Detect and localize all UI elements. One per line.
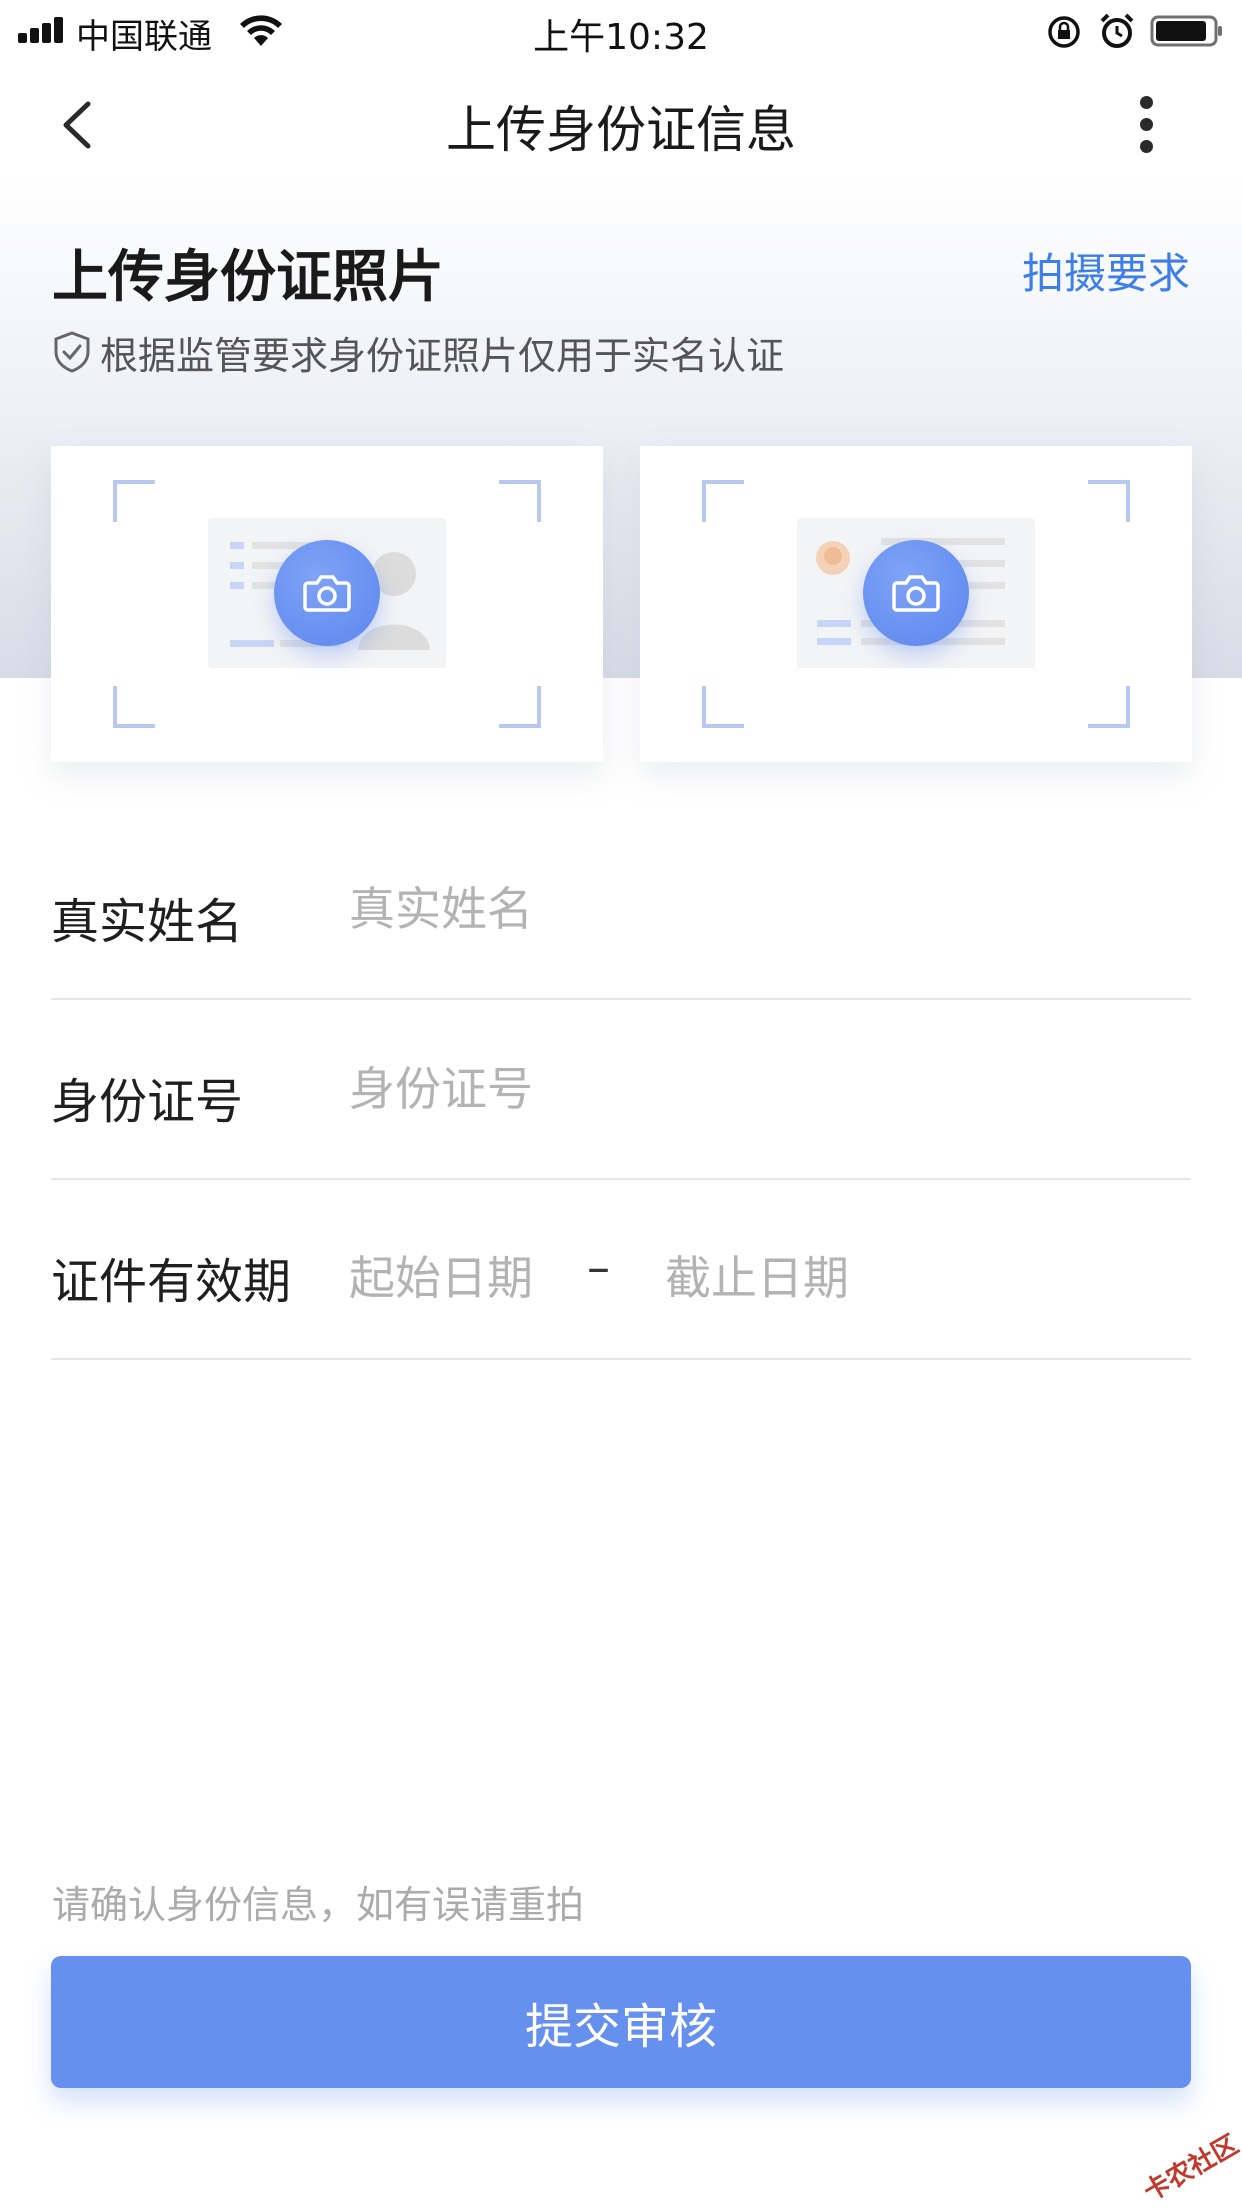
frame-corner	[113, 480, 155, 522]
id-card-front-upload[interactable]	[51, 446, 603, 762]
date-separator: –	[587, 1240, 610, 1294]
shield-check-icon	[54, 331, 90, 373]
status-bar: 中国联通 上午10:32	[0, 0, 1242, 62]
confirm-hint: 请确认身份信息，如有误请重拍	[52, 1883, 585, 1927]
privacy-notice: 根据监管要求身份证照片仅用于实名认证	[52, 326, 784, 378]
camera-icon	[303, 575, 351, 612]
end-date-field[interactable]: 截止日期	[665, 1242, 849, 1308]
id-card-back-upload[interactable]	[640, 446, 1192, 762]
battery-icon	[1150, 15, 1222, 47]
camera-button[interactable]	[863, 540, 969, 646]
page-title: 上传身份证信息	[446, 101, 796, 159]
submit-button[interactable]: 提交审核	[51, 1956, 1191, 2088]
frame-corner	[702, 686, 744, 728]
frame-corner	[1088, 686, 1130, 728]
form-row-id-number: 身份证号	[51, 1000, 1191, 1180]
rotation-lock-icon	[1048, 16, 1080, 48]
camera-button[interactable]	[274, 540, 380, 646]
frame-corner	[499, 480, 541, 522]
upload-section-title: 上传身份证照片	[52, 245, 444, 310]
alarm-icon	[1100, 13, 1134, 48]
start-date-field[interactable]: 起始日期	[349, 1242, 533, 1308]
frame-corner	[499, 686, 541, 728]
frame-corner	[113, 686, 155, 728]
frame-corner	[1088, 480, 1130, 522]
frame-corner	[702, 480, 744, 522]
id-number-input[interactable]	[349, 1056, 1169, 1122]
upload-id-page: 中国联通 上午10:32 上传身份证信息 上传身份证照片 拍摄要求 根据监管要求…	[0, 0, 1242, 2208]
photo-requirements-link[interactable]: 拍摄要求	[1022, 240, 1190, 301]
watermark: 卡农社区	[1138, 2129, 1242, 2208]
form-row-name: 真实姓名	[51, 820, 1191, 1000]
id-number-label: 身份证号	[51, 1074, 244, 1130]
name-input[interactable]	[349, 876, 1169, 942]
form-row-validity: 证件有效期 起始日期 – 截止日期	[51, 1180, 1191, 1360]
more-icon[interactable]	[1130, 90, 1164, 160]
camera-icon	[892, 575, 940, 612]
validity-label: 证件有效期	[51, 1254, 292, 1310]
privacy-notice-text: 根据监管要求身份证照片仅用于实名认证	[100, 333, 785, 378]
name-label: 真实姓名	[51, 894, 244, 950]
